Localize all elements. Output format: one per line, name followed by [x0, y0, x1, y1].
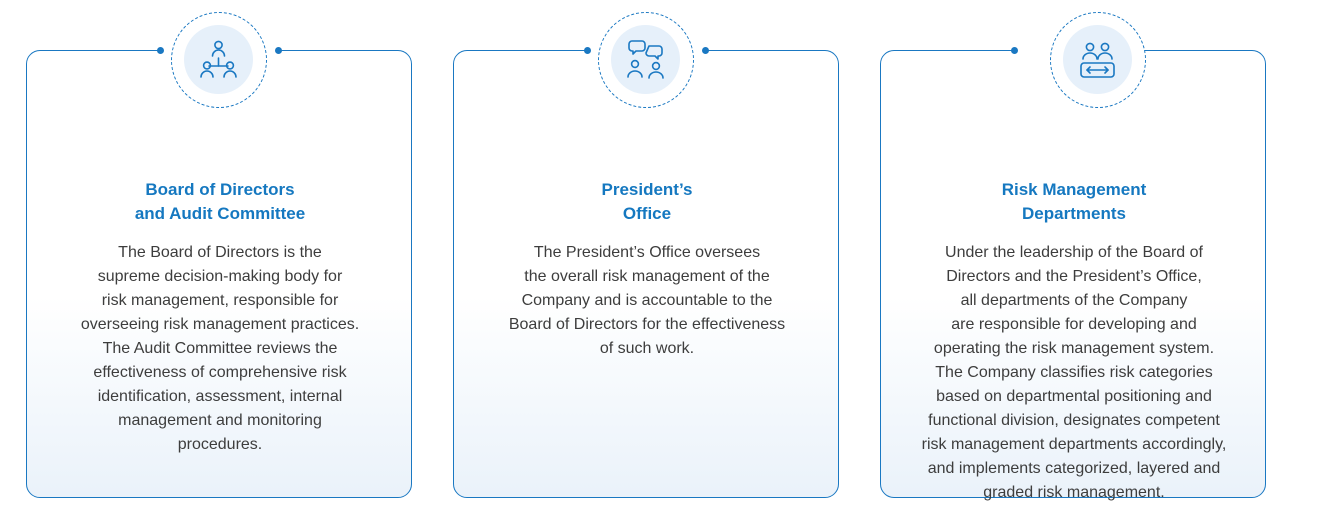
connector-dot — [1011, 46, 1018, 54]
icon-ring — [598, 12, 694, 108]
icon-ring — [171, 12, 267, 108]
connector-dot — [702, 46, 709, 54]
connector-dot — [584, 46, 591, 54]
card-title: Risk Management Departments — [1001, 180, 1147, 223]
icon-ring — [1050, 12, 1146, 108]
card-body: Under the leadership of the Board of Dir… — [921, 244, 1227, 501]
card-risk-management-departments: Risk Management Departments Under the le… — [880, 46, 1266, 501]
connector-dot — [275, 46, 282, 54]
card-board-of-directors: Board of Directors and Audit Committee T… — [26, 46, 412, 498]
organization-hierarchy-icon — [200, 40, 237, 78]
card-body: The President’s Office oversees the over… — [508, 244, 786, 357]
card-body: The Board of Directors is the supreme de… — [80, 244, 360, 453]
card-title: Board of Directors and Audit Committee — [134, 180, 306, 223]
connector-dot — [157, 46, 164, 54]
people-exchange-icon — [1080, 42, 1115, 78]
discussion-people-icon — [627, 40, 664, 79]
card-title: President’s Office — [601, 180, 693, 223]
card-presidents-office: President’s Office The President’s Offic… — [453, 46, 839, 498]
